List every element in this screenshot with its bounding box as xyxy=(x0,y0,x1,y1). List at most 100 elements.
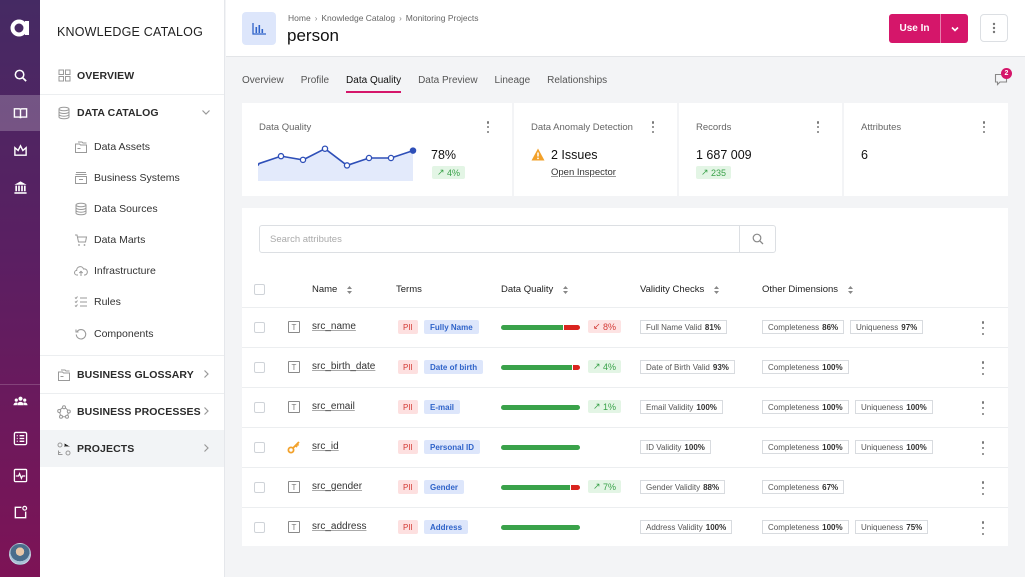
rail-users[interactable] xyxy=(0,383,40,419)
row-menu-button[interactable] xyxy=(980,481,986,495)
attribute-name-link[interactable]: src_email xyxy=(312,401,355,412)
term-tag[interactable]: Gender xyxy=(424,480,465,494)
column-label: Data Quality xyxy=(501,284,554,295)
row-checkbox[interactable] xyxy=(254,402,265,413)
rail-notifications[interactable] xyxy=(0,494,40,530)
attribute-name-link[interactable]: src_birth_date xyxy=(312,361,375,372)
card-menu-button[interactable] xyxy=(648,120,658,134)
row-menu-button[interactable] xyxy=(980,361,986,375)
term-tag[interactable]: Personal ID xyxy=(424,440,481,454)
column-header-data-quality[interactable]: Data Quality xyxy=(501,284,569,295)
rail-institution[interactable] xyxy=(0,169,40,205)
database-icon xyxy=(57,106,71,120)
row-checkbox[interactable] xyxy=(254,442,265,453)
quality-bar-good xyxy=(501,445,580,450)
breadcrumb-separator: › xyxy=(314,13,318,23)
nav-infrastructure[interactable]: Infrastructure xyxy=(74,260,156,282)
card-menu-button[interactable] xyxy=(483,120,493,134)
nav-data-marts[interactable]: Data Marts xyxy=(74,229,145,251)
tab-relationships[interactable]: Relationships xyxy=(547,75,607,93)
row-checkbox[interactable] xyxy=(254,322,265,333)
rail-list[interactable] xyxy=(0,420,40,456)
row-menu-button[interactable] xyxy=(980,321,986,335)
breadcrumb-home[interactable]: Home xyxy=(288,13,311,23)
column-header-name[interactable]: Name xyxy=(312,284,353,295)
app-logo[interactable] xyxy=(0,10,40,46)
open-inspector-link[interactable]: Open Inspector xyxy=(551,167,616,178)
dimension-label: Uniqueness xyxy=(861,402,904,412)
dimension-label: Completeness xyxy=(768,402,820,412)
card-menu-button[interactable] xyxy=(813,120,823,134)
sparkline-point xyxy=(343,162,351,169)
breadcrumb: Home › Knowledge Catalog › Monitoring Pr… xyxy=(288,13,479,23)
records-delta-badge: ↗ 235 xyxy=(696,166,732,179)
card-title: Attributes xyxy=(861,122,902,133)
nav-business-systems[interactable]: Business Systems xyxy=(74,167,180,189)
term-tag[interactable]: E-mail xyxy=(424,400,461,414)
search-icon xyxy=(14,69,27,82)
rail-governance[interactable] xyxy=(0,132,40,168)
folder-icon xyxy=(57,368,71,382)
row-checkbox[interactable] xyxy=(254,522,265,533)
column-header-other-dimensions[interactable]: Other Dimensions xyxy=(762,284,854,295)
tab-data-preview[interactable]: Data Preview xyxy=(418,75,477,93)
attribute-name-link[interactable]: src_id xyxy=(312,441,339,452)
tab-data-quality[interactable]: Data Quality xyxy=(346,75,402,93)
use-in-button[interactable]: Use In xyxy=(889,14,940,43)
row-menu-button[interactable] xyxy=(980,441,986,455)
dimension-chip: Uniqueness 97% xyxy=(850,320,924,334)
rail-monitoring[interactable] xyxy=(0,457,40,493)
column-header-validity-checks[interactable]: Validity Checks xyxy=(640,284,720,295)
search-input[interactable] xyxy=(260,226,739,252)
nav-overview[interactable]: OVERVIEW xyxy=(40,57,224,94)
row-checkbox[interactable] xyxy=(254,362,265,373)
dimension-label: Uniqueness xyxy=(856,322,899,332)
chevron-down-icon[interactable] xyxy=(200,106,212,118)
dimension-chip: Completeness 100% xyxy=(762,440,849,454)
row-menu-button[interactable] xyxy=(980,401,986,415)
attribute-name-link[interactable]: src_gender xyxy=(312,481,362,492)
card-menu-button[interactable] xyxy=(979,120,989,134)
row-menu-button[interactable] xyxy=(980,521,986,535)
pii-badge: PII xyxy=(398,520,418,534)
attribute-name-link[interactable]: src_name xyxy=(312,321,356,332)
sparkline-point xyxy=(409,147,417,154)
attribute-name-link[interactable]: src_address xyxy=(312,521,366,532)
pii-badge: PII xyxy=(398,440,418,454)
asset-type-badge xyxy=(242,12,276,45)
pii-badge: PII xyxy=(398,400,418,414)
row-checkbox[interactable] xyxy=(254,482,265,493)
tab-overview[interactable]: Overview xyxy=(242,75,284,93)
nav-projects[interactable]: PROJECTS xyxy=(40,430,224,467)
nav-components[interactable]: Components xyxy=(74,323,154,345)
nav-data-assets[interactable]: Data Assets xyxy=(74,136,150,158)
term-tag[interactable]: Fully Name xyxy=(424,320,479,334)
dimension-label: Completeness xyxy=(768,522,820,532)
nav-data-sources[interactable]: Data Sources xyxy=(74,198,158,220)
records-delta: 235 xyxy=(711,167,727,178)
nav-business-glossary[interactable]: BUSINESS GLOSSARY xyxy=(40,356,224,393)
quality-bar xyxy=(501,405,580,410)
checklist-icon xyxy=(74,295,88,309)
nav-rules[interactable]: Rules xyxy=(74,291,121,313)
nav-data-catalog[interactable]: DATA CATALOG xyxy=(40,94,224,131)
nav-business-processes[interactable]: BUSINESS PROCESSES xyxy=(40,393,224,430)
anomaly-issues: 2 Issues xyxy=(551,148,598,162)
crown-icon xyxy=(13,143,27,156)
term-tag[interactable]: Date of birth xyxy=(424,360,484,374)
rail-search[interactable] xyxy=(0,57,40,93)
breadcrumb-knowledge-catalog[interactable]: Knowledge Catalog xyxy=(321,13,395,23)
pii-badge: PII xyxy=(398,480,418,494)
term-tag[interactable]: Address xyxy=(424,520,469,534)
rail-catalog[interactable] xyxy=(0,95,40,131)
user-avatar[interactable] xyxy=(9,543,31,565)
column-label: Terms xyxy=(396,284,422,295)
more-actions-button[interactable] xyxy=(980,14,1008,42)
breadcrumb-monitoring-projects[interactable]: Monitoring Projects xyxy=(406,13,479,23)
tab-lineage[interactable]: Lineage xyxy=(495,75,531,93)
tab-profile[interactable]: Profile xyxy=(301,75,329,93)
search-button[interactable] xyxy=(739,226,775,252)
comments-button[interactable]: 2 xyxy=(994,68,1012,88)
use-in-dropdown-button[interactable] xyxy=(940,14,968,43)
select-all-checkbox[interactable] xyxy=(254,284,265,295)
